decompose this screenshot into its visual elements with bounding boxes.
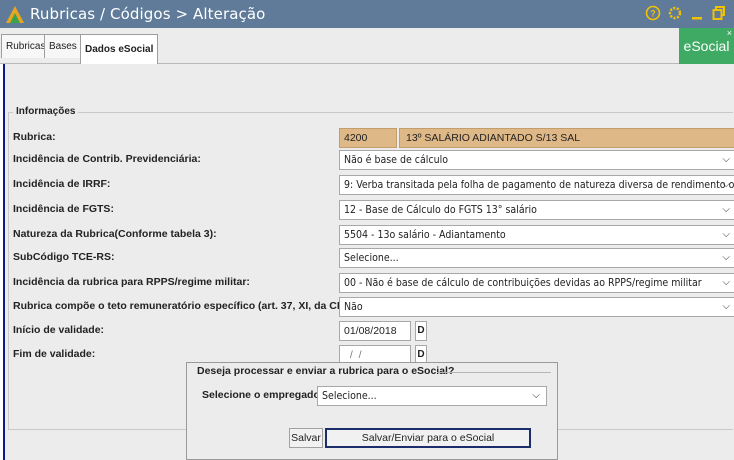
employer-select[interactable]: Selecione... ⌵	[317, 386, 547, 406]
employer-value: Selecione...	[322, 390, 377, 402]
tab-dados-esocial[interactable]: Dados eSocial	[80, 34, 159, 64]
row-subcodigo: SubCódigo TCE-RS: Selecione... ⌵	[13, 248, 734, 268]
dialog-title: Deseja processar e enviar a rubrica para…	[197, 365, 455, 377]
subcodigo-label: SubCódigo TCE-RS:	[13, 251, 115, 263]
incid-prev-value: Não é base de cálculo	[344, 154, 448, 166]
employer-label: Selecione o empregador:	[202, 389, 328, 401]
save-button[interactable]: Salvar	[289, 428, 323, 448]
close-icon[interactable]: ×	[727, 28, 732, 38]
natureza-label: Natureza da Rubrica(Conforme tabela 3):	[13, 228, 217, 240]
natureza-select[interactable]: 5504 - 13o salário - Adiantamento ⌵	[339, 225, 734, 245]
title-bar: Rubricas / Códigos > Alteração ?	[0, 0, 734, 28]
incid-fgts-label: Incidência de FGTS:	[13, 203, 114, 215]
gear-icon[interactable]	[666, 4, 684, 22]
incid-irrf-select[interactable]: 9: Verba transitada pela folha de pagame…	[339, 175, 734, 195]
restore-icon[interactable]	[710, 4, 728, 22]
incid-fgts-value: 12 - Base de Cálculo do FGTS 13° salário	[344, 204, 537, 216]
dialog-divider	[437, 372, 551, 373]
app-logo-icon	[6, 6, 24, 23]
row-incid-irrf: Incidência de IRRF: 9: Verba transitada …	[13, 175, 734, 195]
chevron-down-icon: ⌵	[722, 229, 730, 240]
inicio-date-input[interactable]: 01/08/2018	[339, 321, 411, 341]
window-title: Rubricas / Códigos > Alteração	[30, 5, 266, 23]
row-teto: Rubrica compõe o teto remuneratório espe…	[13, 297, 734, 317]
incid-rpps-value: 00 - Não é base de cálculo de contribuiç…	[344, 277, 702, 289]
save-send-esocial-button[interactable]: Salvar/Enviar para o eSocial	[325, 428, 531, 448]
incid-irrf-label: Incidência de IRRF:	[13, 178, 111, 190]
incid-fgts-select[interactable]: 12 - Base de Cálculo do FGTS 13° salário…	[339, 200, 734, 220]
row-inicio: Início de validade: 01/08/2018 D	[13, 321, 733, 341]
row-natureza: Natureza da Rubrica(Conforme tabela 3): …	[13, 225, 734, 245]
section-legend: Informações	[13, 106, 79, 117]
chevron-down-icon: ⌵	[722, 277, 730, 288]
incid-prev-label: Incidência de Contrib. Previdenciária:	[13, 153, 201, 165]
teto-value: Não	[344, 301, 363, 313]
incid-prev-select[interactable]: Não é base de cálculo ⌵	[339, 150, 734, 170]
rubrica-description: 13º SALÁRIO ADIANTADO S/13 SAL	[399, 128, 734, 148]
subcodigo-value: Selecione...	[344, 252, 399, 264]
esocial-badge-label: eSocial	[683, 38, 730, 54]
incid-rpps-label: Incidência da rubrica para RPPS/regime m…	[13, 276, 250, 288]
rubrica-label: Rubrica:	[13, 131, 56, 143]
fim-label: Fim de validade:	[13, 348, 96, 360]
incid-rpps-select[interactable]: 00 - Não é base de cálculo de contribuiç…	[339, 273, 734, 293]
minimize-icon[interactable]	[688, 4, 706, 22]
chevron-down-icon: ⌵	[722, 204, 730, 215]
tab-bar: Rubricas Bases Dados eSocial	[0, 28, 734, 64]
rubrica-code: 4200	[339, 128, 397, 148]
row-incid-fgts: Incidência de FGTS: 12 - Base de Cálculo…	[13, 200, 734, 220]
help-icon[interactable]: ?	[644, 4, 662, 22]
incid-irrf-value: 9: Verba transitada pela folha de pagame…	[344, 179, 734, 191]
natureza-value: 5504 - 13o salário - Adiantamento	[344, 229, 506, 241]
row-incid-rpps: Incidência da rubrica para RPPS/regime m…	[13, 273, 734, 293]
teto-label: Rubrica compõe o teto remuneratório espe…	[13, 300, 377, 312]
inicio-date-button[interactable]: D	[415, 321, 427, 341]
tab-bases[interactable]: Bases	[44, 34, 82, 58]
teto-select[interactable]: Não ⌵	[339, 297, 734, 317]
subcodigo-select[interactable]: Selecione... ⌵	[339, 248, 734, 268]
chevron-down-icon: ⌵	[722, 252, 730, 263]
row-incid-prev: Incidência de Contrib. Previdenciária: N…	[13, 150, 734, 170]
chevron-down-icon: ⌵	[722, 154, 730, 165]
inicio-label: Início de validade:	[13, 324, 105, 336]
esocial-badge[interactable]: eSocial ×	[679, 28, 734, 64]
svg-text:?: ?	[650, 9, 656, 19]
send-esocial-dialog: Deseja processar e enviar a rubrica para…	[186, 362, 558, 460]
row-rubrica: Rubrica: 4200 13º SALÁRIO ADIANTADO S/13…	[13, 128, 734, 148]
chevron-down-icon: ⌵	[532, 390, 540, 401]
chevron-down-icon: ⌵	[722, 179, 730, 190]
chevron-down-icon: ⌵	[722, 301, 730, 312]
